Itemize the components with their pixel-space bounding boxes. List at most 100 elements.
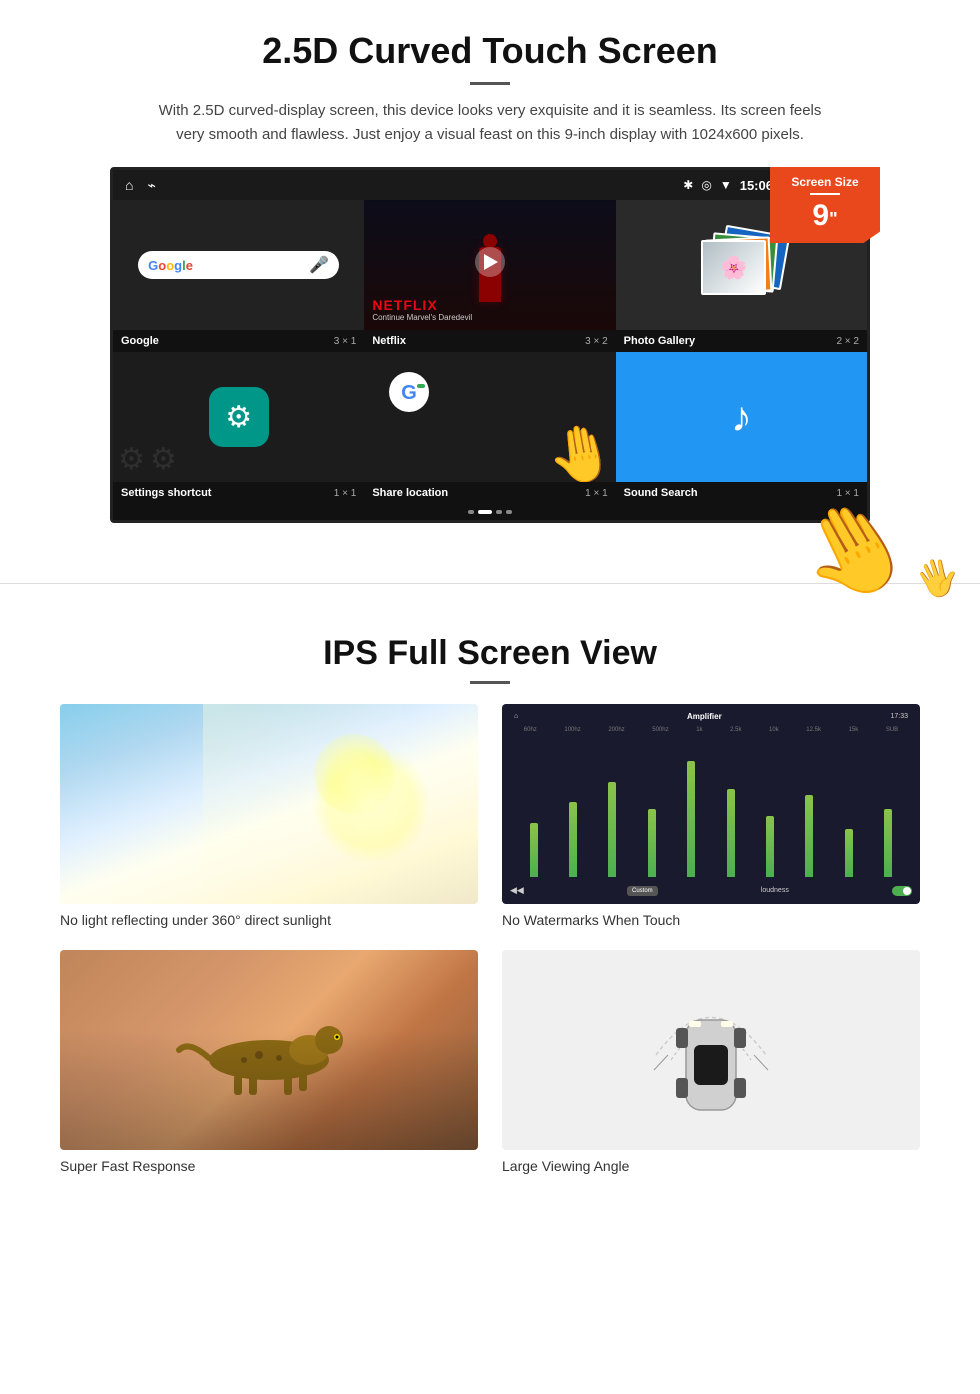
daredevil-head	[483, 234, 497, 248]
eq-bar-2	[569, 802, 577, 877]
share-app-inner: G 🤚	[364, 352, 615, 482]
maps-icon: G	[389, 372, 429, 417]
gear-icon: ⚙	[225, 400, 252, 435]
settings-app-label: Settings shortcut	[121, 487, 211, 499]
app-cell-netflix[interactable]: NETFLIX Continue Marvel's Daredevil Netf…	[364, 200, 615, 352]
sound-app-size: 1 × 1	[836, 488, 859, 499]
settings-bg: ⚙ ⚙ ⚙	[113, 352, 364, 482]
google-mic-icon[interactable]: 🎤	[309, 255, 329, 275]
netflix-logo: NETFLIX	[372, 297, 472, 313]
settings-icon-wrapper: ⚙	[209, 387, 269, 447]
google-bg: Google 🎤	[113, 200, 364, 330]
settings-app-inner: ⚙ ⚙ ⚙	[113, 352, 364, 482]
gallery-stack: 🌸	[701, 230, 781, 300]
section1-description: With 2.5D curved-display screen, this de…	[150, 99, 830, 147]
app-grid-row2: ⚙ ⚙ ⚙ Settings shortcut 1 × 1	[113, 352, 867, 504]
share-label-bar: Share location 1 × 1	[364, 482, 615, 504]
sound-label-bar: Sound Search 1 × 1	[616, 482, 867, 504]
feature-equalizer: ⌂ Amplifier 17:33 60hz100hz200hz500hz 1k…	[502, 704, 920, 930]
netflix-overlay: NETFLIX Continue Marvel's Daredevil	[372, 297, 472, 322]
sound-app-inner: ♪	[616, 352, 867, 482]
section-divider-hr	[0, 583, 980, 584]
google-logo: Google	[148, 258, 193, 273]
sound-app-label: Sound Search	[624, 487, 698, 499]
eq-loudness-label: loudness	[761, 887, 789, 894]
feature-cheetah: Super Fast Response	[60, 950, 478, 1176]
location-icon: ◎	[701, 178, 711, 192]
netflix-app-inner: NETFLIX Continue Marvel's Daredevil	[364, 200, 615, 330]
feature-car: Large Viewing Angle	[502, 950, 920, 1176]
section2-title: IPS Full Screen View	[60, 634, 920, 673]
wifi-icon: ▼	[720, 178, 732, 192]
cheetah-image-box	[60, 950, 478, 1150]
equalizer-label: No Watermarks When Touch	[502, 912, 680, 928]
dot-3[interactable]	[496, 510, 502, 514]
eq-title: Amplifier	[687, 712, 722, 721]
eq-bar-4	[648, 809, 656, 877]
music-note-icon: ♪	[731, 393, 752, 441]
dot-1[interactable]	[468, 510, 474, 514]
car-image-box	[502, 950, 920, 1150]
car-label: Large Viewing Angle	[502, 1158, 629, 1174]
eq-time: 17:33	[890, 713, 908, 720]
play-triangle-icon	[484, 254, 498, 270]
eq-toggle[interactable]	[892, 886, 912, 896]
eq-bar-6	[727, 789, 735, 877]
eq-bar-9	[845, 829, 853, 877]
google-app-label: Google	[121, 335, 159, 347]
eq-freq-labels: 60hz100hz200hz500hz 1k2.5k10k12.5k15kSUB	[510, 727, 912, 733]
netflix-label-bar: Netflix 3 × 2	[364, 330, 615, 352]
sound-bg: ♪	[616, 352, 867, 482]
cheetah-shadow	[60, 1030, 478, 1150]
app-cell-google[interactable]: Google 🎤 Google 3 × 1	[113, 200, 364, 352]
settings-app-size: 1 × 1	[334, 488, 357, 499]
app-cell-share[interactable]: G 🤚 Share location 1 × 1	[364, 352, 615, 504]
sunlight-image	[60, 704, 478, 904]
badge-label: Screen Size	[776, 175, 874, 189]
netflix-play-btn[interactable]	[475, 247, 505, 277]
eq-home-icon: ⌂	[514, 713, 518, 720]
eq-bar-8	[805, 795, 813, 877]
gallery-card-front: 🌸	[701, 240, 766, 295]
netflix-app-label: Netflix	[372, 335, 406, 347]
eq-top-bar: ⌂ Amplifier 17:33	[510, 712, 912, 721]
dot-4[interactable]	[506, 510, 512, 514]
equalizer-image: ⌂ Amplifier 17:33 60hz100hz200hz500hz 1k…	[502, 704, 920, 904]
status-time: 15:06	[740, 178, 773, 193]
flower-icon: 🌸	[720, 255, 747, 281]
equalizer-image-box: ⌂ Amplifier 17:33 60hz100hz200hz500hz 1k…	[502, 704, 920, 904]
google-app-inner: Google 🎤	[113, 200, 364, 330]
eq-bars	[510, 737, 912, 877]
eq-bottom: ◀◀ Custom loudness	[510, 885, 912, 896]
feature-sunlight: No light reflecting under 360° direct su…	[60, 704, 478, 930]
feature-grid: No light reflecting under 360° direct su…	[60, 704, 920, 1176]
google-search-bar[interactable]: Google 🎤	[138, 251, 339, 279]
settings-label-bar: Settings shortcut 1 × 1	[113, 482, 364, 504]
car-view-svg	[646, 970, 776, 1140]
app-cell-settings[interactable]: ⚙ ⚙ ⚙ Settings shortcut 1 × 1	[113, 352, 364, 504]
eq-bar-1	[530, 823, 538, 877]
eq-prev-icon: ◀◀	[510, 885, 524, 896]
gallery-app-label: Photo Gallery	[624, 335, 696, 347]
gallery-app-size: 2 × 2	[836, 336, 859, 347]
device-wrapper: Screen Size 9" ⌂ ⌁ ✱ ◎ ▼ 15:06 📷 🔊	[110, 167, 870, 523]
app-grid-row1: Google 🎤 Google 3 × 1	[113, 200, 867, 352]
cheetah-image	[60, 950, 478, 1150]
eq-bar-10	[884, 809, 892, 877]
netflix-app-size: 3 × 2	[585, 336, 608, 347]
app-cell-sound[interactable]: ♪ Sound Search 1 × 1	[616, 352, 867, 504]
gallery-label-bar: Photo Gallery 2 × 2	[616, 330, 867, 352]
share-app-size: 1 × 1	[585, 488, 608, 499]
google-app-size: 3 × 1	[334, 336, 357, 347]
netflix-subtitle: Continue Marvel's Daredevil	[372, 313, 472, 322]
home-icon[interactable]: ⌂	[125, 177, 133, 193]
svg-text:G: G	[402, 382, 418, 404]
google-label-bar: Google 3 × 1	[113, 330, 364, 352]
dot-2-active[interactable]	[478, 510, 492, 514]
eq-custom-btn[interactable]: Custom	[627, 886, 658, 896]
section1-title: 2.5D Curved Touch Screen	[60, 30, 920, 72]
section-ips: IPS Full Screen View No light reflecting…	[0, 624, 980, 1206]
car-image	[502, 950, 920, 1150]
usb-icon: ⌁	[147, 177, 155, 194]
sunlight-label: No light reflecting under 360° direct su…	[60, 912, 331, 928]
